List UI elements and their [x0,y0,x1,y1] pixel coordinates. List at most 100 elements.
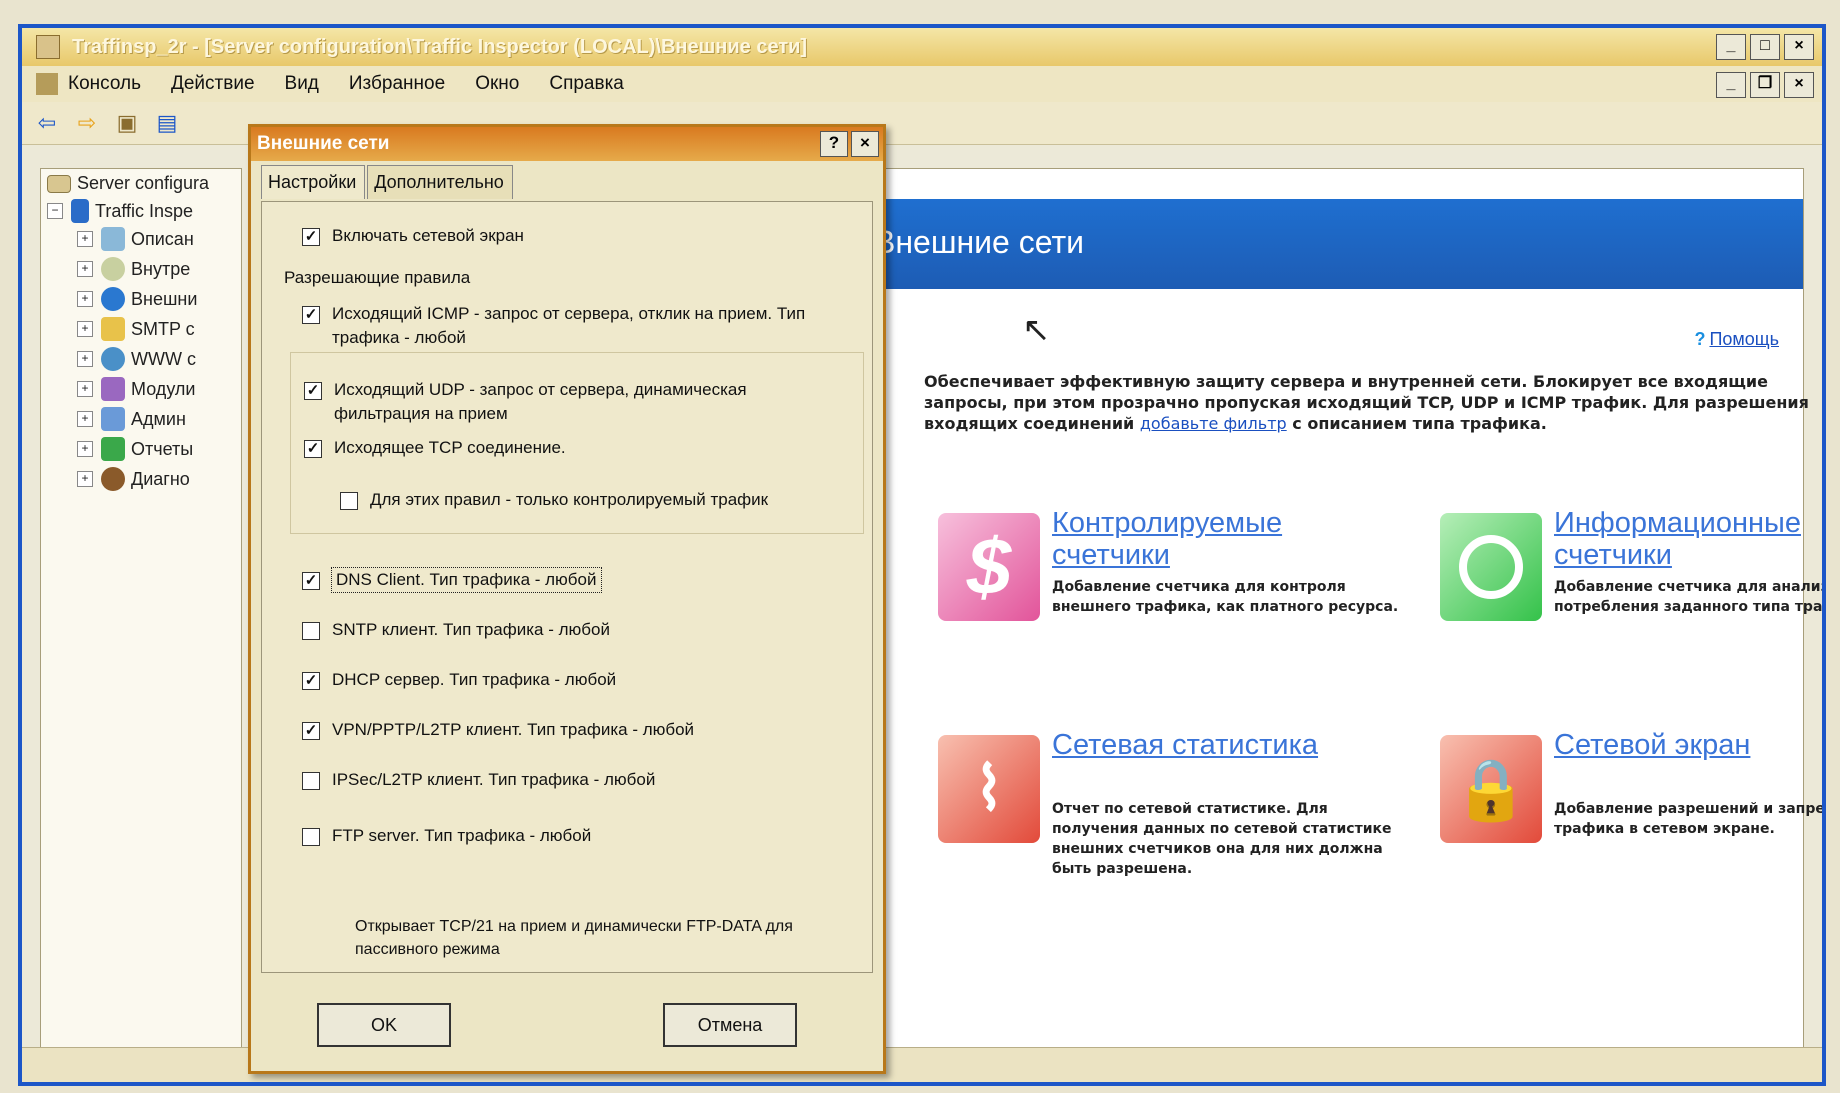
menu-bar: Консоль Действие Вид Избранное Окно Спра… [22,66,1822,102]
dialog-close-button[interactable]: × [851,131,879,157]
menu-action[interactable]: Действие [171,73,255,95]
rule-udp-checkbox[interactable]: ✓ Исходящий UDP - запрос от сервера, дин… [304,378,824,426]
back-arrow-icon[interactable]: ⇦ [32,110,62,136]
expand-icon[interactable]: + [77,411,93,427]
settings-tab-pane: ✓ Включать сетевой экран Разрешающие пра… [261,201,873,973]
title-bar[interactable]: Traffinsp_2r - [Server configuration\Tra… [22,28,1822,66]
forward-arrow-icon[interactable]: ⇨ [72,110,102,136]
tree-root[interactable]: Server configura [47,173,209,194]
banner: Внешние сети [868,199,1803,289]
expand-icon[interactable]: + [77,351,93,367]
collapse-icon[interactable]: − [47,203,63,219]
card-title[interactable]: Контролируемые счетчики [1052,507,1382,571]
rule-tcp-checkbox[interactable]: ✓ Исходящее TCP соединение. [304,436,566,460]
card-desc: Отчет по сетевой статистике. Для получен… [1052,801,1392,877]
ok-button[interactable]: OK [317,1003,451,1047]
lock-icon[interactable]: 🔒 [1440,735,1542,843]
tab-advanced[interactable]: Дополнительно [367,165,513,199]
card-desc: Добавление разрешений и запрещений трафи… [1554,801,1825,837]
clock-icon[interactable] [1440,513,1542,621]
dollar-icon[interactable]: $ [938,513,1040,621]
tree-node-traffic-inspector[interactable]: − Traffic Inspe [47,199,193,223]
tree-item[interactable]: + Внутре [77,257,190,281]
checkbox-box[interactable]: ✓ [304,382,322,400]
tab-settings[interactable]: Настройки [261,165,366,199]
expand-icon[interactable]: + [77,471,93,487]
checkbox-box[interactable] [340,492,358,510]
smtp-icon [101,317,125,341]
card-title[interactable]: Сетевой экран [1554,729,1822,761]
enable-firewall-checkbox[interactable]: ✓ Включать сетевой экран [302,224,524,248]
rules-group-label: Разрешающие правила [284,268,471,287]
menu-help[interactable]: Справка [549,73,624,95]
service-sntp-checkbox[interactable]: SNTP клиент. Тип трафика - любой [302,618,610,642]
dialog-title: Внешние сети [257,133,390,154]
checkbox-box[interactable]: ✓ [304,440,322,458]
checkbox-box[interactable] [302,772,320,790]
card-title[interactable]: Сетевая статистика [1052,729,1382,761]
folder-icon [47,174,71,193]
tree-item[interactable]: + Модули [77,377,195,401]
add-filter-link[interactable]: добавьте фильтр [1140,414,1287,433]
main-window: Traffinsp_2r - [Server configuration\Tra… [18,24,1826,1086]
card-desc: Добавление счетчика для контроля внешнег… [1052,579,1399,615]
ftp-note: Открывает TCP/21 на прием и динамически … [355,918,793,958]
globe-icon [101,287,125,311]
menu-view[interactable]: Вид [285,73,319,95]
checkbox-box[interactable]: ✓ [302,306,320,324]
tree-item[interactable]: + SMTP с [77,317,195,341]
menu-window[interactable]: Окно [475,73,519,95]
description-icon [101,227,125,251]
checkbox-box[interactable]: ✓ [302,228,320,246]
help-link[interactable]: ? Помощь [1694,329,1779,350]
dialog-title-bar[interactable]: Внешние сети ? × [251,127,883,161]
card-title[interactable]: Информационные счетчики [1554,507,1822,571]
diagnostics-icon [101,467,125,491]
minimize-button[interactable]: _ [1716,34,1746,60]
chart-icon[interactable]: ⌇ [938,735,1040,843]
expand-icon[interactable]: + [77,231,93,247]
expand-icon[interactable]: + [77,441,93,457]
expand-icon[interactable]: + [77,291,93,307]
tree-item[interactable]: + WWW с [77,347,196,371]
rule-icmp-checkbox[interactable]: ✓ Исходящий ICMP - запрос от сервера, от… [302,302,842,350]
service-ftp-checkbox[interactable]: FTP server. Тип трафика - любой [302,824,591,848]
content-pane: Внешние сети ? Помощь Обеспечивает эффект… [867,168,1822,1082]
checkbox-box[interactable]: ✓ [302,722,320,740]
description: Обеспечивает эффективную защиту сервера … [924,372,1809,433]
expand-icon[interactable]: + [77,321,93,337]
tree-item[interactable]: + Диагно [77,467,190,491]
service-dns-checkbox[interactable]: ✓ DNS Client. Тип трафика - любой [302,567,602,593]
modules-icon [101,377,125,401]
tree-item[interactable]: + Админ [77,407,186,431]
mdi-restore-button[interactable]: ❐ [1750,72,1780,98]
app-icon [36,35,60,59]
maximize-button[interactable]: □ [1750,34,1780,60]
tree-item[interactable]: + Внешни [77,287,197,311]
checkbox-box[interactable] [302,828,320,846]
expand-icon[interactable]: + [77,261,93,277]
server-icon [71,199,89,223]
service-vpn-checkbox[interactable]: ✓ VPN/PPTP/L2TP клиент. Тип трафика - лю… [302,718,694,742]
tree-item[interactable]: + Отчеты [77,437,193,461]
checkbox-box[interactable]: ✓ [302,572,320,590]
service-ipsec-checkbox[interactable]: IPSec/L2TP клиент. Тип трафика - любой [302,768,655,792]
close-button[interactable]: × [1784,34,1814,60]
tree-item[interactable]: + Описан [77,227,194,251]
mdi-minimize-button[interactable]: _ [1716,72,1746,98]
rule-controlled-only-checkbox[interactable]: Для этих правил - только контролируемый … [340,488,768,512]
dialog-help-button[interactable]: ? [820,131,848,157]
checkbox-box[interactable]: ✓ [302,672,320,690]
menu-favorites[interactable]: Избранное [349,73,445,95]
up-folder-icon[interactable]: ▣ [112,110,142,136]
console-icon[interactable] [36,73,58,95]
menu-console[interactable]: Консоль [68,73,141,95]
mdi-close-button[interactable]: × [1784,72,1814,98]
service-dhcp-checkbox[interactable]: ✓ DHCP сервер. Тип трафика - любой [302,668,616,692]
expand-icon[interactable]: + [77,381,93,397]
checkbox-box[interactable] [302,622,320,640]
card-desc: Добавление счетчика для анализ потреблен… [1554,579,1826,615]
cancel-button[interactable]: Отмена [663,1003,797,1047]
show-tree-icon[interactable]: ▤ [152,110,182,136]
admin-icon [101,407,125,431]
